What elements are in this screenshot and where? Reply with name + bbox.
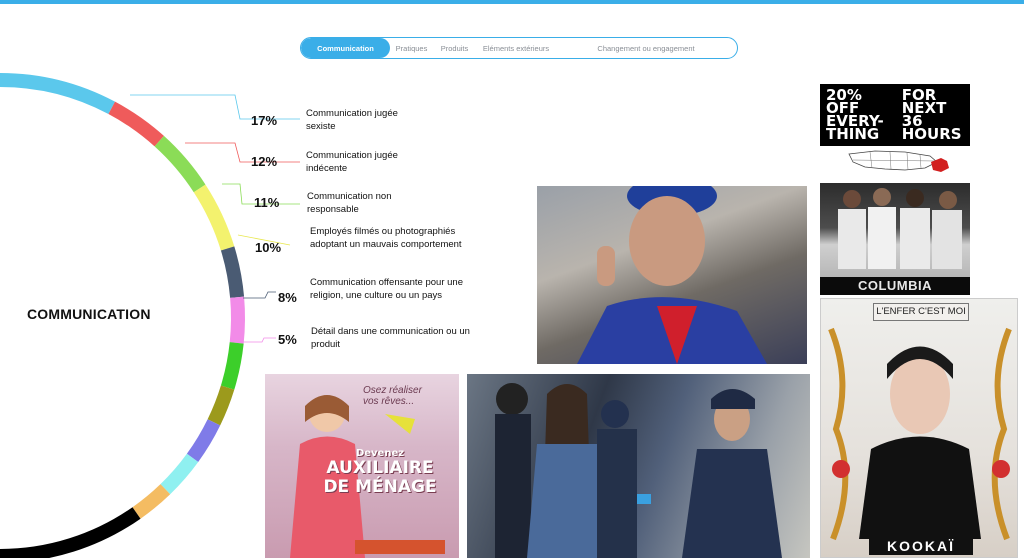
protest-ad-photo [467,374,810,558]
wheel-segment [186,419,221,463]
item-pct: 8% [278,290,297,305]
item-pct: 11% [254,195,280,210]
wheel-segment [108,101,164,147]
item-label: Communication offensante pour une religio… [310,277,463,301]
wheel-segment [0,73,116,115]
auxiliaire-ad-line2: AUXILIAIRE [326,458,434,478]
wheel-segment [154,135,206,193]
wheel-title: COMMUNICATION [27,306,151,322]
item-pct: 10% [255,240,282,255]
item-pct: 17% [251,113,278,128]
item-label: Employés filmés ou photographiés adoptant… [310,226,462,250]
wheel-segment [220,246,245,299]
wheel-segment [160,453,199,495]
auxiliaire-ad-line3: DE MÉNAGE [323,477,437,497]
columbia-brand-text: COLUMBIA [820,277,970,295]
item-label: Détail dans une communication ou un produ… [311,326,470,350]
item-pct: 12% [251,154,278,169]
wheel-segment [193,184,235,251]
wheel-segment [207,385,235,426]
wheel-segment [220,342,244,390]
employee-video-photo [537,186,807,364]
auxiliaire-menage-ad: Osez réaliser vos rêves... Devenez AUXILI… [265,374,459,558]
kookai-ad-image: L'ENFER C'EST MOI KOOKAÏ [820,298,1018,558]
auxiliaire-ad-headline: Devenez AUXILIAIRE DE MÉNAGE [305,448,455,497]
sale-ad-image: 20% OFF EVERY- THING FOR NEXT 36 HOURS [820,84,970,146]
item-label: Communication jugée sexiste [306,108,398,132]
kookai-brand-text: KOOKAÏ [869,537,973,555]
us-map-image [848,150,949,172]
wheel-segment [132,484,171,519]
auxiliaire-ad-tagline: Osez réaliser vos rêves... [363,385,422,407]
columbia-jersey-ad: COLUMBIA [820,183,970,295]
auxiliaire-ad-footer [355,540,445,554]
sale-ad-left-text: 20% OFF EVERY- THING [826,86,884,143]
leader-line [185,142,300,163]
item-label: Communication jugée indécente [306,150,398,174]
leader-line [240,337,276,343]
wheel-segment [229,296,245,344]
wheel-segment [0,507,141,558]
item-label: Communication non responsable [307,191,392,215]
sale-ad-right-text: FOR NEXT 36 HOURS [901,86,962,143]
item-pct: 5% [278,332,297,347]
leader-line [243,291,276,299]
